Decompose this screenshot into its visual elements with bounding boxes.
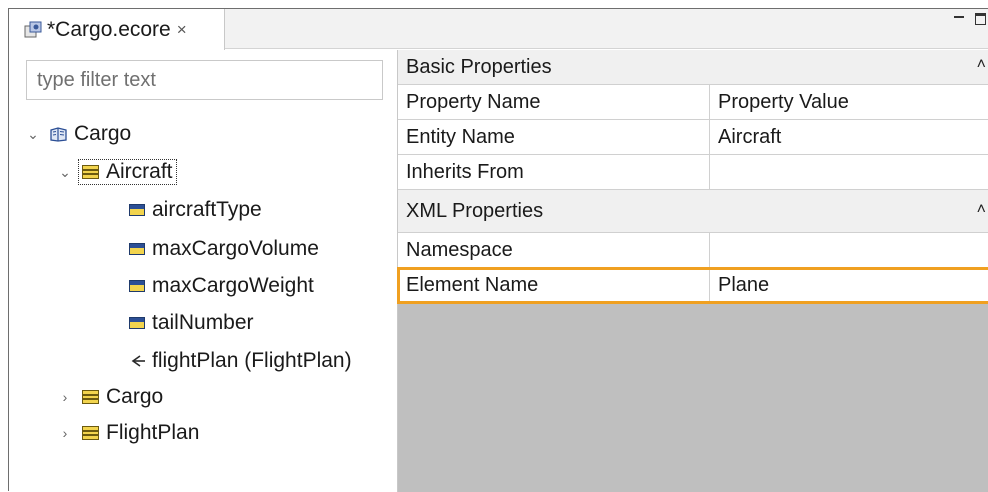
collapse-icon[interactable]: ˄ [977,201,986,219]
tree-item-cargo-package[interactable]: ⌄ Cargo [26,117,131,151]
property-row[interactable]: Inherits From [398,155,988,190]
filter-input[interactable] [26,60,383,100]
tree-item-label: flightPlan (FlightPlan) [152,349,352,372]
property-name: Entity Name [398,120,710,154]
eattribute-icon [129,243,145,255]
tree-item-attribute[interactable]: tailNumber [129,306,254,340]
property-name: Element Name [398,268,710,302]
section-title: XML Properties [406,199,544,222]
property-row[interactable]: Entity Name Aircraft [398,120,988,155]
eattribute-icon [129,317,145,329]
column-header-name[interactable]: Property Name [398,85,710,119]
tree-item-label: tailNumber [152,311,254,334]
editor-frame: *Cargo.ecore × ⌄ Cargo ⌄ Aircraft [8,8,988,492]
tree-panel: ⌄ Cargo ⌄ Aircraft aircraftType maxCargo… [9,50,397,492]
ecore-file-icon [24,21,42,37]
minimize-icon[interactable] [953,13,965,25]
tree-item-label: Cargo [106,385,164,408]
tree-item-cargo-class[interactable]: › Cargo [58,380,164,414]
tree-item-flightplan-class[interactable]: › FlightPlan [58,416,200,450]
tree-item-label: Aircraft [106,160,173,183]
close-icon[interactable]: × [177,20,187,40]
properties-panel: Basic Properties ˄ Property Name Propert… [397,50,988,492]
property-value[interactable]: Plane [710,268,988,302]
tree-item-reference[interactable]: flightPlan (FlightPlan) [129,344,352,378]
eclass-icon [82,390,99,404]
property-row-selected[interactable]: Element Name Plane [397,267,988,304]
property-value[interactable] [710,233,988,267]
tree-item-attribute[interactable]: aircraftType [129,193,262,227]
chevron-right-icon[interactable]: › [58,389,72,405]
selected-item-focus: Aircraft [78,159,177,185]
editor-tab-bar: *Cargo.ecore × [9,9,988,50]
tree-item-aircraft-class[interactable]: ⌄ Aircraft [58,155,177,189]
chevron-right-icon[interactable]: › [58,425,72,441]
tree-item-label: aircraftType [152,198,262,221]
tree-item-label: FlightPlan [106,421,200,444]
section-title: Basic Properties [406,55,552,78]
chevron-down-icon[interactable]: ⌄ [58,164,72,181]
chevron-down-icon[interactable]: ⌄ [26,126,40,143]
basic-properties-header[interactable]: Basic Properties ˄ [398,50,988,85]
eclass-icon [82,165,99,179]
editor-tab-cargo-ecore[interactable]: *Cargo.ecore × [9,9,225,50]
eattribute-icon [129,204,145,216]
property-name: Namespace [398,233,710,267]
ereference-icon [131,355,145,367]
tab-title: *Cargo.ecore [47,17,171,41]
xml-properties-header[interactable]: XML Properties ˄ [398,190,988,233]
eattribute-icon [129,280,145,292]
collapse-icon[interactable]: ˄ [977,56,986,74]
tree-item-label: Cargo [74,122,132,145]
property-value[interactable] [710,155,988,189]
window-controls [953,13,986,25]
tree-item-label: maxCargoWeight [152,274,314,297]
properties-column-header: Property Name Property Value [398,85,988,120]
property-value[interactable]: Aircraft [710,120,988,154]
property-row[interactable]: Namespace [398,233,988,268]
tree-item-attribute[interactable]: maxCargoVolume [129,232,319,266]
property-name: Inherits From [398,155,710,189]
tree-item-attribute[interactable]: maxCargoWeight [129,269,314,303]
column-header-value[interactable]: Property Value [710,85,988,119]
package-icon [50,126,67,142]
eclass-icon [82,426,99,440]
tree-item-label: maxCargoVolume [152,237,319,260]
maximize-icon[interactable] [975,13,986,25]
